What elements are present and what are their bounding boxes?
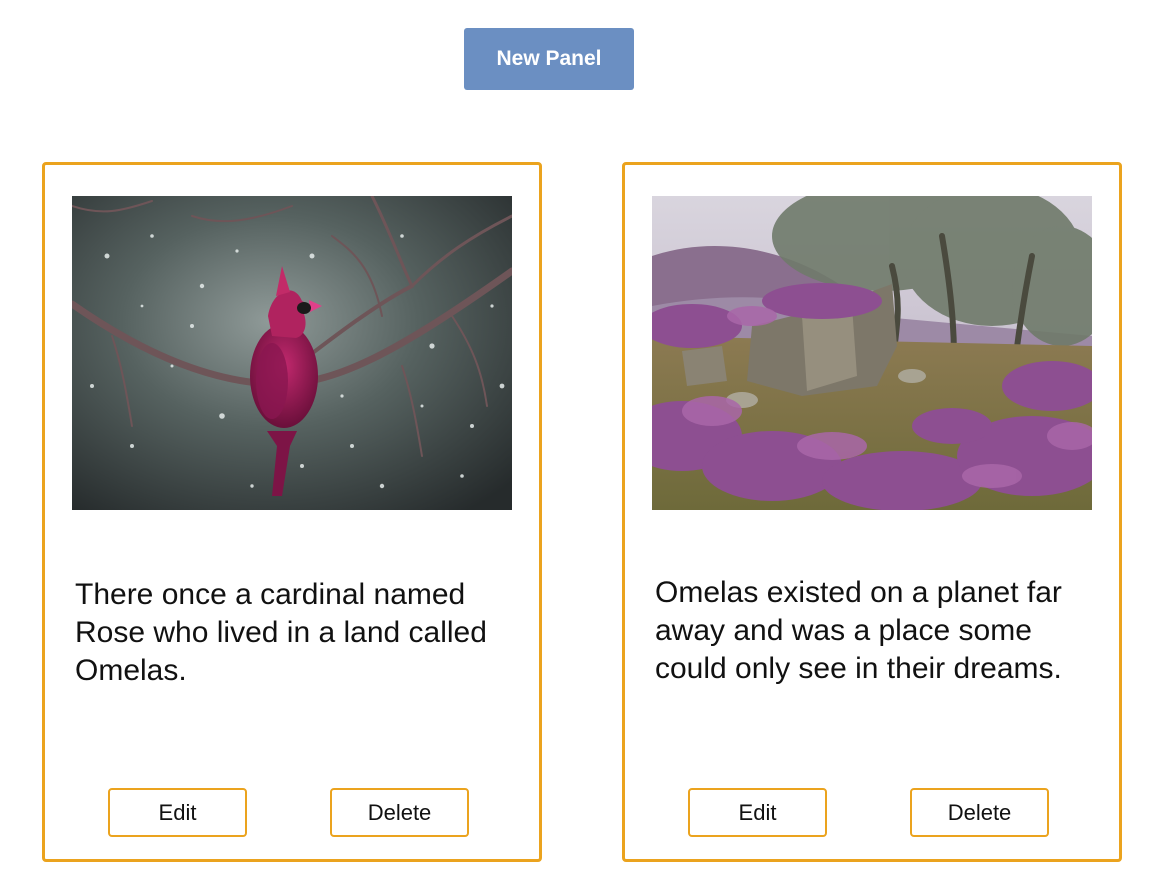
panel-story-text: Omelas existed on a planet far away and … (655, 576, 1062, 685)
edit-button[interactable]: Edit (108, 788, 247, 837)
new-panel-button[interactable]: New Panel (464, 28, 634, 90)
page: New Panel There once a cardinal named Ro… (0, 0, 1168, 892)
edit-button[interactable]: Edit (688, 788, 827, 837)
delete-button[interactable]: Delete (330, 788, 469, 837)
story-panel: Omelas existed on a planet far away and … (622, 162, 1122, 862)
moorland-image (652, 196, 1092, 510)
cardinal-image (72, 196, 512, 510)
delete-button[interactable]: Delete (910, 788, 1049, 837)
panel-story-text: There once a cardinal named Rose who liv… (75, 578, 487, 687)
story-panel: There once a cardinal named Rose who liv… (42, 162, 542, 862)
